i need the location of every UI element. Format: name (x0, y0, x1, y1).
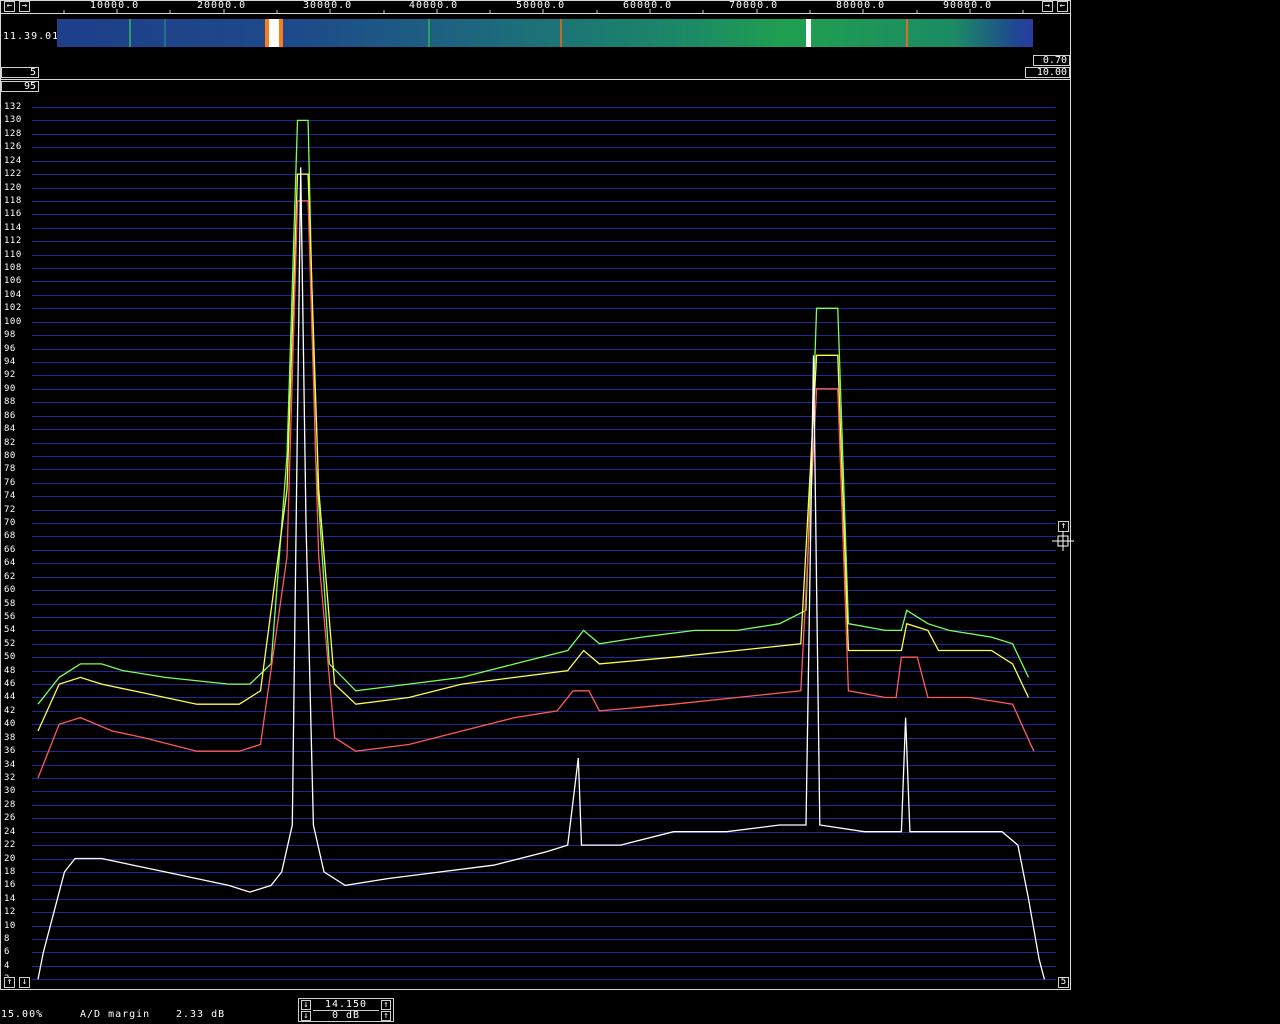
y-tick-label: 32 (4, 772, 16, 783)
y-tick-label: 48 (4, 665, 16, 676)
y-tick-label: 8 (4, 933, 10, 944)
y-tick-label: 104 (4, 289, 22, 300)
y-tick-label: 34 (4, 759, 16, 770)
y-tick-label: 126 (4, 141, 22, 152)
y-tick-label: 94 (4, 356, 16, 367)
y-tick-label: 112 (4, 235, 22, 246)
arrow-up-icon: ↑ (383, 1011, 389, 1021)
spectrum-plot[interactable] (0, 0, 1071, 990)
y-tick-label: 114 (4, 222, 22, 233)
crosshair-cursor-icon (1052, 531, 1074, 551)
y-tick-label: 56 (4, 611, 16, 622)
y-tick-label: 130 (4, 114, 22, 125)
y-tick-label: 116 (4, 208, 22, 219)
y-tick-label: 44 (4, 691, 16, 702)
y-tick-label: 60 (4, 584, 16, 595)
y-tick-label: 132 (4, 101, 22, 112)
y-tick-label: 14 (4, 893, 16, 904)
y-tick-label: 70 (4, 517, 16, 528)
y-tick-label: 76 (4, 477, 16, 488)
y-tick-label: 100 (4, 316, 22, 327)
spectrum-trace-3 (37, 167, 1046, 980)
y-tick-label: 28 (4, 799, 16, 810)
y-tick-label: 110 (4, 249, 22, 260)
y-tick-label: 36 (4, 745, 16, 756)
y-tick-label: 26 (4, 812, 16, 823)
y-tick-label: 6 (4, 946, 10, 957)
arrow-down-icon: ↓ (303, 1011, 309, 1021)
y-tick-label: 22 (4, 839, 16, 850)
arrow-up-icon: ↑ (6, 977, 13, 987)
y-tick-label: 54 (4, 624, 16, 635)
gain-control: ↓ 14.150 ↑ ↓ 0 dB ↑ (298, 998, 394, 1022)
y-tick-label: 84 (4, 423, 16, 434)
y-tick-label: 68 (4, 530, 16, 541)
y-tick-label: 18 (4, 866, 16, 877)
spectrum-scale-up-button[interactable]: ↑ (4, 977, 15, 988)
y-tick-label: 120 (4, 182, 22, 193)
atten-up-button[interactable]: ↑ (381, 1011, 391, 1021)
y-tick-label: 46 (4, 678, 16, 689)
y-tick-label: 74 (4, 490, 16, 501)
cpu-load-percent: 15.00% (1, 1009, 44, 1020)
y-tick-label: 4 (4, 960, 10, 971)
y-tick-label: 86 (4, 410, 16, 421)
gain-down-button[interactable]: ↓ (301, 1000, 311, 1010)
ad-margin-value: 2.33 dB (176, 1009, 226, 1020)
spectrum-step-box[interactable]: 5 (1058, 977, 1069, 988)
y-tick-label: 90 (4, 383, 16, 394)
y-tick-label: 30 (4, 785, 16, 796)
y-tick-label: 108 (4, 262, 22, 273)
spectrum-traces (37, 119, 1046, 980)
y-tick-label: 96 (4, 343, 16, 354)
spectrum-trace-2 (37, 200, 1035, 779)
y-tick-label: 72 (4, 504, 16, 515)
y-tick-label: 24 (4, 826, 16, 837)
y-tick-label: 66 (4, 544, 16, 555)
ad-margin-label: A/D margin (80, 1009, 151, 1020)
y-tick-label: 50 (4, 651, 16, 662)
y-tick-label: 62 (4, 571, 16, 582)
arrow-down-icon: ↓ (21, 977, 28, 987)
spectrum-trace-0 (37, 119, 1030, 705)
spectrum-step-value: 5 (1060, 977, 1067, 987)
y-tick-label: 58 (4, 598, 16, 609)
y-tick-label: 92 (4, 369, 16, 380)
atten-down-button[interactable]: ↓ (301, 1011, 311, 1021)
y-tick-label: 52 (4, 638, 16, 649)
y-tick-label: 78 (4, 463, 16, 474)
y-tick-label: 118 (4, 195, 22, 206)
y-tick-label: 40 (4, 718, 16, 729)
arrow-up-icon: ↑ (383, 1000, 389, 1010)
y-tick-label: 20 (4, 853, 16, 864)
y-tick-label: 38 (4, 732, 16, 743)
y-tick-label: 98 (4, 329, 16, 340)
y-tick-label: 16 (4, 879, 16, 890)
y-tick-label: 122 (4, 168, 22, 179)
y-tick-label: 102 (4, 302, 22, 313)
spectrum-trace-1 (37, 173, 1030, 732)
arrow-down-icon: ↓ (303, 1000, 309, 1010)
y-tick-label: 88 (4, 396, 16, 407)
y-tick-label: 12 (4, 906, 16, 917)
y-tick-label: 80 (4, 450, 16, 461)
y-tick-label: 124 (4, 155, 22, 166)
spectrum-scale-down-button[interactable]: ↓ (19, 977, 30, 988)
y-tick-label: 42 (4, 705, 16, 716)
spectrum-grid (32, 107, 1056, 980)
gain-up-button[interactable]: ↑ (381, 1000, 391, 1010)
atten-value[interactable]: 0 dB (313, 1010, 379, 1021)
y-tick-label: 82 (4, 437, 16, 448)
y-tick-label: 10 (4, 920, 16, 931)
y-tick-label: 64 (4, 557, 16, 568)
arrow-up-icon: ↑ (1060, 521, 1067, 531)
y-tick-label: 128 (4, 128, 22, 139)
y-tick-label: 106 (4, 275, 22, 286)
